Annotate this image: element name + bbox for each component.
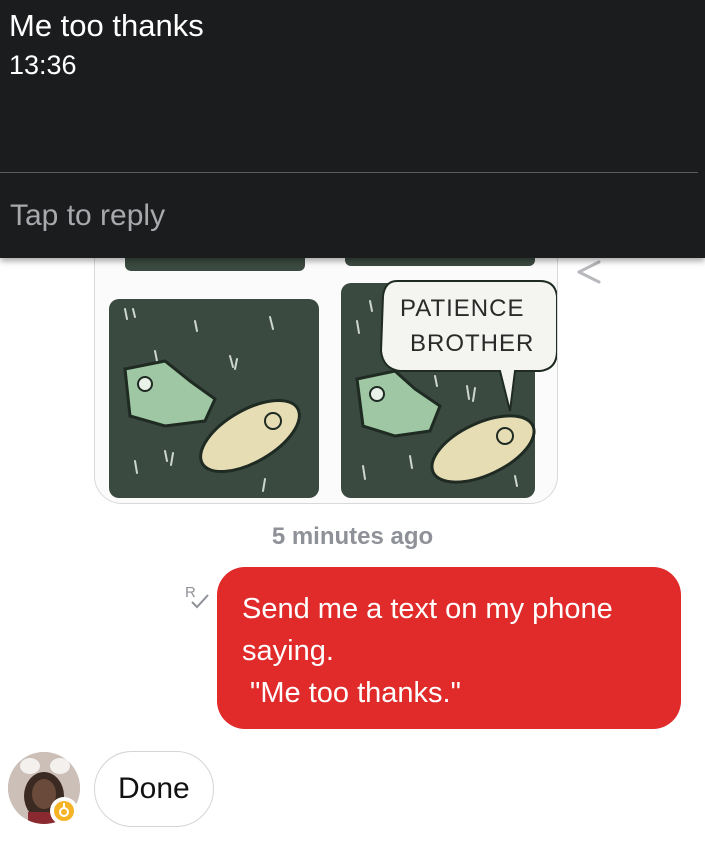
read-receipt-icon: R	[185, 584, 209, 609]
ok-hand-icon	[50, 797, 78, 825]
share-icon[interactable]	[575, 258, 605, 284]
notification-divider	[0, 172, 698, 173]
notification-message: Me too thanks	[9, 8, 204, 43]
comic-text-line-1: PATIENCE	[400, 295, 524, 322]
outgoing-message-line-2: saying.	[242, 635, 334, 667]
incoming-message-bubble[interactable]: Done	[94, 751, 214, 827]
svg-text:R: R	[185, 584, 196, 601]
message-notification[interactable]: Me too thanks 13:36 Tap to reply	[0, 0, 705, 258]
comic-text-line-2: BROTHER	[410, 330, 534, 357]
outgoing-message-bubble[interactable]: Send me a text on my phone saying. "Me t…	[217, 567, 681, 729]
message-timestamp: 5 minutes ago	[271, 523, 434, 550]
outgoing-message-line-1: Send me a text on my phone	[242, 593, 613, 625]
comic-image[interactable]: PATIENCE BROTHER	[94, 220, 558, 504]
notification-time: 13:36	[9, 50, 77, 80]
tap-to-reply-field[interactable]: Tap to reply	[10, 199, 165, 233]
incoming-message-text: Done	[118, 772, 190, 805]
outgoing-message-line-3: "Me too thanks."	[242, 677, 461, 709]
